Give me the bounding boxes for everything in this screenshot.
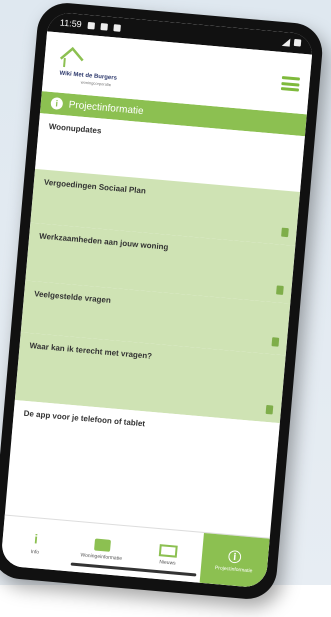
signal-icon: [281, 37, 291, 47]
status-time: 11:59: [59, 17, 83, 30]
house-roof-icon: [59, 46, 84, 68]
phone-frame: 11:59 Wiki Met de Burgers woningcorporat…: [0, 0, 325, 602]
phone-screen: 11:59 Wiki Met de Burgers woningcorporat…: [0, 11, 314, 589]
news-icon: [159, 543, 179, 558]
list-item-label: Werkzaamheden aan jouw woning: [38, 231, 169, 252]
list-item-label: Waar kan ik terecht met vragen?: [29, 341, 153, 361]
house-icon: [93, 537, 111, 552]
document-icon: [276, 285, 284, 295]
document-icon: [281, 227, 289, 238]
notification-icon: [113, 23, 121, 32]
list-item-label: Veelgestelde vragen: [33, 289, 112, 305]
info-icon: i: [33, 531, 39, 547]
nav-label: Info: [30, 548, 40, 556]
notification-icon: [87, 21, 95, 30]
info-circle-icon: ⓘ: [227, 549, 242, 566]
logo[interactable]: Wiki Met de Burgers woningcorporatie: [57, 41, 140, 90]
nav-label: Projectinformatie: [214, 564, 253, 574]
list-item-label: Woonupdates: [48, 121, 102, 136]
list-item-label: Vergoedingen Sociaal Plan: [43, 177, 147, 196]
content-list: Woonupdates Vergoedingen Sociaal Plan We…: [11, 113, 305, 464]
nav-label: Woningeinformatie: [80, 551, 123, 562]
bottom-navigation: i Info Woningeinformatie Nieuws ⓘ Projec…: [0, 514, 270, 589]
hamburger-menu-icon[interactable]: [280, 76, 301, 92]
notification-icon: [100, 22, 108, 31]
list-item-label: De app voor je telefoon of tablet: [23, 408, 146, 429]
nav-label: Nieuws: [159, 558, 176, 567]
document-icon: [265, 404, 274, 415]
section-title: Projectinformatie: [68, 99, 145, 117]
info-icon: i: [50, 97, 64, 111]
document-icon: [271, 337, 280, 347]
battery-icon: [293, 38, 302, 47]
nav-projectinformatie[interactable]: ⓘ Projectinformatie: [199, 532, 270, 589]
nav-info[interactable]: i Info: [0, 516, 71, 572]
